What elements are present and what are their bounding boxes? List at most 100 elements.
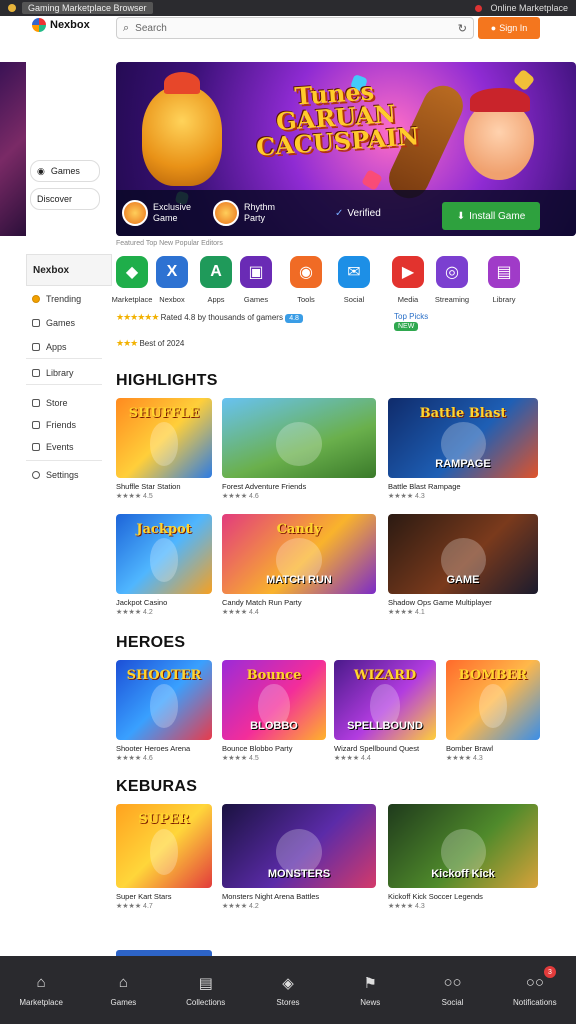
tab-games[interactable]: ⌂ Games bbox=[82, 956, 164, 1024]
app-tile-icon: ▶ bbox=[392, 256, 424, 288]
game-card[interactable]: MONSTERS Monsters Night Arena Battles ★★★★… bbox=[222, 804, 376, 910]
game-title: Shuffle Star Station bbox=[116, 482, 181, 491]
game-rating: ★★★★ 4.3 bbox=[446, 755, 483, 762]
hero-tag-line: Party bbox=[244, 213, 266, 223]
tab-label: Social bbox=[441, 997, 464, 1007]
top-picks-label: Top Picks NEW bbox=[394, 312, 428, 331]
character-illustration bbox=[149, 538, 179, 582]
game-card[interactable]: WIZARD SPELLBOUND Wizard Spellbound Quest ★… bbox=[334, 660, 436, 762]
sidebar-item-friends[interactable]: Friends bbox=[32, 420, 76, 430]
cover-art-subtitle: MONSTERS bbox=[267, 868, 331, 880]
game-cover-image: MONSTERS bbox=[222, 804, 376, 888]
bottom-tab-bar: ⌂ Marketplace ⌂ Games ▤ Collections ◈ Stores ⚑ Ne… bbox=[0, 956, 576, 1024]
game-rating: ★★★★ 4.3 bbox=[388, 903, 425, 910]
sidebar-item-label: Settings bbox=[46, 470, 79, 480]
logo-icon bbox=[32, 18, 46, 32]
app-1[interactable]: X Nexbox bbox=[147, 256, 197, 304]
sidebar-button-games[interactable]: ◉ Games bbox=[30, 160, 100, 182]
game-card[interactable]: Bounce BLOBBO Bounce Blobbo Party ★★★★ 4.5 bbox=[222, 660, 326, 762]
sidebar-item-settings[interactable]: Settings bbox=[32, 470, 79, 480]
app-tile-icon: ◎ bbox=[436, 256, 468, 288]
tab-collections[interactable]: ▤ Collections bbox=[165, 956, 247, 1024]
rating-pill: 4.8 bbox=[285, 314, 303, 323]
hero-tag-exclusive[interactable]: Exclusive Game bbox=[122, 200, 191, 226]
refresh-icon[interactable]: ↻ bbox=[458, 22, 467, 35]
game-card[interactable]: Forest Adventure Friends ★★★★ 4.6 bbox=[222, 398, 376, 500]
app-3[interactable]: ▣ Games bbox=[231, 256, 281, 304]
rating-text: Best of 2024 bbox=[139, 339, 185, 348]
tab-label: Games bbox=[110, 997, 137, 1007]
game-rating: ★★★★ 4.6 bbox=[116, 755, 153, 762]
app-8[interactable]: ▤ Library bbox=[479, 256, 529, 304]
cover-art-subtitle: BLOBBO bbox=[250, 720, 298, 732]
sidebar-item-apps[interactable]: Apps bbox=[32, 342, 67, 352]
verified-text: Verified bbox=[347, 207, 381, 219]
tab-notifications[interactable]: ○○ Notifications 3 bbox=[494, 956, 576, 1024]
logo-text: Nexbox bbox=[50, 19, 90, 31]
hero-tag-line: Game bbox=[153, 213, 178, 223]
app-6[interactable]: ▶ Media bbox=[383, 256, 433, 304]
sidebar-item-store[interactable]: Store bbox=[32, 398, 68, 408]
sidebar-item-library[interactable]: Library bbox=[32, 368, 74, 378]
install-game-button[interactable]: ⬇ Install Game bbox=[442, 202, 540, 230]
notification-badge: 3 bbox=[543, 966, 556, 978]
app-4[interactable]: ◉ Tools bbox=[281, 256, 331, 304]
tab-label: Stores bbox=[276, 997, 300, 1007]
app-label: Media bbox=[397, 295, 419, 304]
hero-banner[interactable]: Tunes GARUAN CACUSPAIN Exclusive Game Rhy… bbox=[116, 62, 576, 236]
confetti-shape bbox=[361, 169, 383, 191]
game-card[interactable]: Candy MATCH RUN Candy Match Run Party ★★★★ … bbox=[222, 514, 376, 616]
sidebar-button-discover[interactable]: Discover bbox=[30, 188, 100, 210]
sidebar-heading: Nexbox bbox=[26, 254, 112, 286]
game-card[interactable]: SHOOTER Shooter Heroes Arena ★★★★ 4.6 bbox=[116, 660, 212, 762]
game-card[interactable]: Kickoff Kick Kickoff Kick Soccer Legends ★… bbox=[388, 804, 538, 910]
app-5[interactable]: ✉ Social bbox=[329, 256, 379, 304]
hero-tag-party[interactable]: Rhythm Party bbox=[213, 200, 275, 226]
tab-stores[interactable]: ◈ Stores bbox=[247, 956, 329, 1024]
sidebar-item-trending[interactable]: Trending bbox=[32, 294, 81, 304]
sidebar-item-events[interactable]: Events bbox=[32, 442, 74, 452]
cover-art-title: Candy bbox=[276, 522, 322, 537]
game-rating: ★★★★ 4.6 bbox=[222, 493, 259, 500]
rating-stars: ★★★ bbox=[116, 338, 138, 348]
app-label: Library bbox=[492, 295, 516, 304]
library-icon bbox=[32, 369, 40, 377]
hero-character-right bbox=[464, 88, 534, 180]
sidebar-button-label: Discover bbox=[37, 194, 73, 204]
section-title: HEROES bbox=[116, 634, 186, 651]
sidebar-item-games[interactable]: Games bbox=[32, 318, 75, 328]
logo[interactable]: Nexbox bbox=[32, 18, 90, 32]
app-tile-icon: X bbox=[156, 256, 188, 288]
new-pill: NEW bbox=[394, 322, 419, 331]
sign-in-button[interactable]: ● Sign In bbox=[478, 17, 540, 39]
cover-art-title: Jackpot bbox=[136, 522, 192, 537]
game-title: Candy Match Run Party bbox=[222, 598, 302, 607]
game-card[interactable]: Jackpot Jackpot Casino ★★★★ 4.2 bbox=[116, 514, 212, 616]
tab-social[interactable]: ○○ Social bbox=[411, 956, 493, 1024]
game-cover-image: BOMBER bbox=[446, 660, 540, 740]
cover-art-title: BOMBER bbox=[458, 668, 528, 683]
game-card[interactable]: GAME Shadow Ops Game Multiplayer ★★★★ 4.1 bbox=[388, 514, 538, 616]
tab-news[interactable]: ⚑ News bbox=[329, 956, 411, 1024]
hero-character-left bbox=[142, 72, 222, 186]
game-cover-image: SUPER bbox=[116, 804, 212, 888]
user-icon: ● bbox=[490, 23, 497, 33]
game-cover-image: Jackpot bbox=[116, 514, 212, 594]
app-tile-icon: A bbox=[200, 256, 232, 288]
game-card[interactable]: SHUFFLE Shuffle Star Station ★★★★ 4.5 bbox=[116, 398, 212, 500]
sidebar-button-label: Games bbox=[50, 166, 80, 176]
game-card[interactable]: BOMBER Bomber Brawl ★★★★ 4.3 bbox=[446, 660, 540, 762]
hero-tag-line: Rhythm bbox=[244, 202, 276, 212]
game-card[interactable]: Battle Blast RAMPAGE Battle Blast Rampage ★… bbox=[388, 398, 538, 500]
sidebar-item-label: Games bbox=[46, 318, 76, 328]
section-title: KEBURAS bbox=[116, 778, 198, 795]
tab-marketplace[interactable]: ⌂ Marketplace bbox=[0, 956, 82, 1024]
game-card[interactable]: SUPER Super Kart Stars ★★★★ 4.7 bbox=[116, 804, 212, 910]
hero-filter-strip[interactable]: Featured Top New Popular Editors bbox=[116, 240, 223, 247]
game-rating: ★★★★ 4.2 bbox=[222, 903, 259, 910]
game-title: Shooter Heroes Arena bbox=[116, 744, 191, 753]
search-input[interactable]: ⌕ Search ↻ bbox=[116, 17, 474, 39]
events-icon bbox=[32, 443, 40, 451]
game-rating: ★★★★ 4.5 bbox=[116, 493, 153, 500]
app-7[interactable]: ◎ Streaming bbox=[427, 256, 477, 304]
